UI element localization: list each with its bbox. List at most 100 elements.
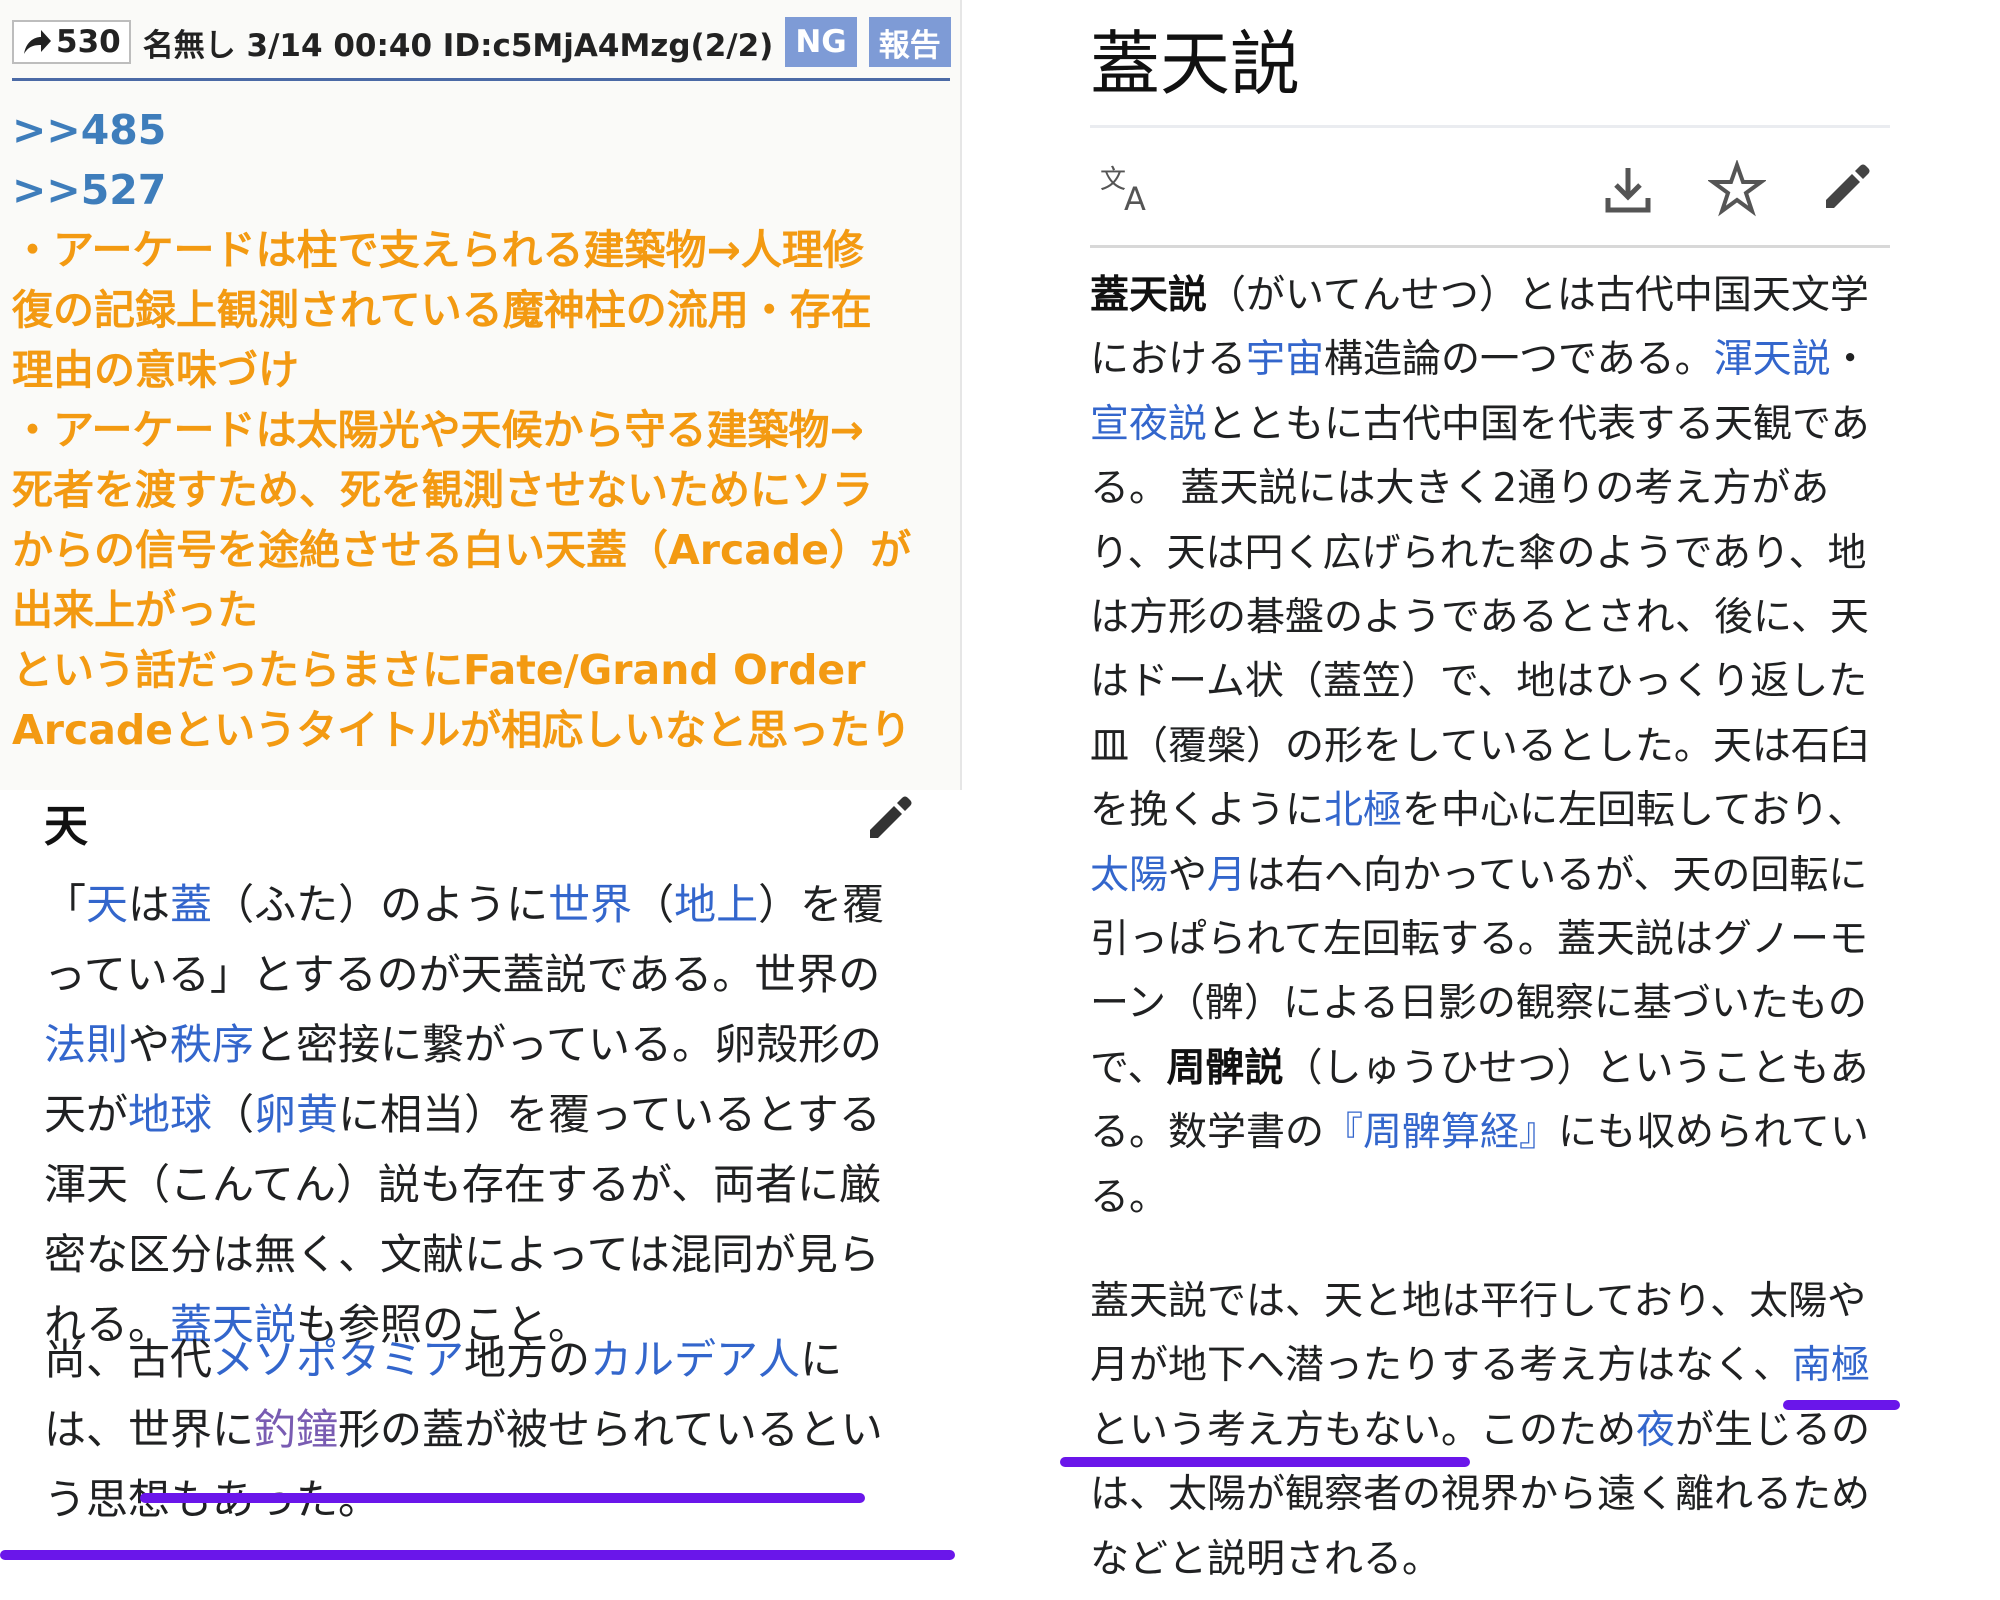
text-run: や	[1168, 852, 1208, 898]
text-line: 蓋天説（がいてんせつ）とは古代中国天文学	[1090, 264, 1890, 328]
text-line: を挽くように北極を中心に左回転しており、	[1090, 779, 1890, 843]
text-line: で、周髀説（しゅうひせつ）ということもあ	[1090, 1037, 1890, 1101]
forum-post: 530 名無し 3/14 00:40 ID:c5MjA4Mzg(2/2) NG …	[0, 0, 962, 790]
edit-icon[interactable]	[1818, 158, 1876, 216]
post-text-line: からの信号を途絶させる白い天蓋（Arcade）が	[12, 526, 912, 574]
anchor-link-527[interactable]: >>527	[12, 160, 952, 220]
wiki-link[interactable]: 夜	[1636, 1408, 1675, 1453]
text-run: っている」とするのが天蓋説である。世界の	[44, 950, 881, 999]
text-run: は	[128, 880, 171, 929]
wiki-link[interactable]: 卵黄	[254, 1090, 338, 1139]
header-divider	[12, 78, 950, 81]
paragraph-2: 尚、古代メソポタミア地方のカルデア人には、世界に釣鐘形の蓋が被せられているという…	[44, 1325, 924, 1535]
text-run: における	[1090, 337, 1247, 383]
text-line: 尚、古代メソポタミア地方のカルデア人に	[44, 1325, 924, 1395]
reply-count-button[interactable]: 530	[12, 20, 131, 64]
translate-icon[interactable]: 文 A	[1098, 158, 1162, 218]
text-line: などと説明される。	[1090, 1528, 1890, 1592]
text-run: は方形の碁盤のようであるとされ、後に、天	[1090, 595, 1869, 641]
text-line: 「天は蓋（ふた）のように世界（地上）を覆	[44, 870, 924, 940]
post-text-line: Arcadeというタイトルが相応しいなと思ったり	[12, 706, 912, 754]
text-run: を中心に左回転しており、	[1402, 788, 1867, 834]
text-line: は、太陽が観察者の視界から遠く離れるため	[1090, 1463, 1890, 1527]
text-line: 蓋天説では、天と地は平行しており、太陽や	[1090, 1270, 1890, 1334]
text-run: （がいてんせつ）とは古代中国天文学	[1207, 273, 1869, 318]
text-run: る。 蓋天説には大きく2通りの考え方があ	[1090, 466, 1830, 512]
text-run: は、世界に	[44, 1405, 255, 1454]
text-line: は、世界に釣鐘形の蓋が被せられているとい	[44, 1395, 924, 1465]
wiki-link[interactable]: 地上	[674, 880, 758, 929]
wiki-link[interactable]: カルデア人	[590, 1335, 800, 1384]
svg-text:A: A	[1124, 180, 1146, 218]
text-run: は、太陽が観察者の視界から遠く離れるため	[1090, 1472, 1871, 1518]
text-run: 「	[44, 880, 87, 929]
wiki-link[interactable]: メソポタミア	[212, 1335, 464, 1384]
star-icon[interactable]	[1708, 160, 1766, 218]
text-run: 形の蓋が被せられているとい	[338, 1405, 883, 1454]
anchor-link-485[interactable]: >>485	[12, 100, 952, 160]
wiki-link[interactable]: 秩序	[170, 1020, 254, 1069]
text-line: り、天は円く広げられた傘のようであり、地	[1090, 522, 1890, 586]
post-text: ・アーケードは柱で支えられる建築物→人理修 復の記録上観測されている魔神柱の流用・…	[12, 220, 952, 760]
text-run: （	[212, 1090, 255, 1139]
post-header: 530 名無し 3/14 00:40 ID:c5MjA4Mzg(2/2) NG …	[12, 14, 951, 70]
wiki-link[interactable]: 釣鐘	[254, 1405, 338, 1454]
text-run: （ふた）のように	[212, 880, 549, 929]
text-run: 天が	[44, 1090, 129, 1139]
wiki-link[interactable]: 宇宙	[1246, 337, 1324, 382]
reply-arrow-icon	[24, 30, 51, 54]
text-run: （しゅうひせつ）ということもあ	[1283, 1045, 1869, 1091]
text-run: に相当）を覆っているとする	[338, 1090, 881, 1139]
text-line: っている」とするのが天蓋説である。世界の	[44, 940, 924, 1010]
download-icon[interactable]	[1600, 162, 1656, 218]
wiki-link[interactable]: 地球	[128, 1090, 212, 1139]
text-run: はドーム状（蓋笠）で、地はひっくり返した	[1090, 659, 1868, 705]
wiki-link[interactable]: 蓋	[170, 880, 212, 929]
res-number: 530	[56, 24, 121, 60]
post-text-line: という話だったらまさにFate/Grand Order	[12, 646, 866, 694]
edit-icon[interactable]	[862, 790, 918, 846]
wiki-link[interactable]: 北極	[1324, 788, 1402, 833]
section-heading: 天	[44, 801, 88, 852]
wiki-link[interactable]: 法則	[44, 1020, 128, 1069]
wiki-link[interactable]: 渾天説	[1714, 337, 1831, 382]
wiki-link[interactable]: 天	[86, 880, 128, 929]
text-line: はドーム状（蓋笠）で、地はひっくり返した	[1090, 650, 1890, 714]
post-text-line: 理由の意味づけ	[12, 346, 299, 394]
text-run: 尚、古代	[44, 1335, 213, 1384]
page-actions: 文 A	[1090, 150, 1890, 230]
text-line: という考え方もない。このため夜が生じるの	[1090, 1399, 1890, 1463]
wiki-link[interactable]: 『周髀算経』	[1324, 1110, 1558, 1155]
paragraph-2: 蓋天説では、天と地は平行しており、太陽や月が地下へ潜ったりする考え方はなく、南極…	[1090, 1270, 1890, 1592]
text-run: り、天は円く広げられた傘のようであり、地	[1090, 530, 1867, 576]
text-run: や	[128, 1020, 171, 1069]
wiki-link[interactable]: 南極	[1792, 1343, 1870, 1388]
text-run: は右へ向かっているが、天の回転に	[1246, 852, 1868, 898]
text-line: 天が地球（卵黄に相当）を覆っているとする	[44, 1080, 924, 1150]
text-line: 月が地下へ潜ったりする考え方はなく、南極	[1090, 1334, 1890, 1398]
text-line: 法則や秩序と密接に繋がっている。卵殻形の	[44, 1010, 924, 1080]
text-run: ）を覆	[758, 880, 885, 929]
wiki-link[interactable]: 太陽	[1090, 853, 1168, 898]
text-run: ・	[1830, 337, 1870, 383]
annotation-underline	[0, 1550, 955, 1560]
post-text-line: 出来上がった	[12, 586, 258, 634]
text-line: における宇宙構造論の一つである。渾天説・	[1090, 328, 1890, 392]
text-run: ーン（髀）による日影の観察に基づいたもの	[1090, 981, 1867, 1027]
wiki-link[interactable]: 世界	[548, 880, 632, 929]
report-button[interactable]: 報告	[868, 17, 951, 67]
ng-button[interactable]: NG	[785, 17, 857, 67]
text-line: 密な区分は無く、文献によっては混同が見ら	[44, 1220, 924, 1290]
paragraph-1: 「天は蓋（ふた）のように世界（地上）を覆 っている」とするのが天蓋説である。世界の…	[44, 870, 924, 1360]
text-run: 密な区分は無く、文献によっては混同が見ら	[44, 1230, 880, 1279]
wiki-link[interactable]: 宣夜説	[1090, 402, 1207, 447]
text-run: 蓋天説では、天と地は平行しており、太陽や	[1090, 1279, 1867, 1324]
annotation-underline	[1783, 1400, 1900, 1410]
text-run: （	[632, 880, 675, 929]
bold-term: 周髀説	[1166, 1045, 1284, 1091]
annotation-underline	[1060, 1457, 1470, 1467]
text-run: る。	[1090, 1174, 1169, 1220]
svg-text:文: 文	[1100, 165, 1126, 195]
text-run: 皿（覆槃）の形をしているとした。天は石臼	[1090, 723, 1869, 769]
wiki-link[interactable]: 月	[1207, 853, 1246, 898]
